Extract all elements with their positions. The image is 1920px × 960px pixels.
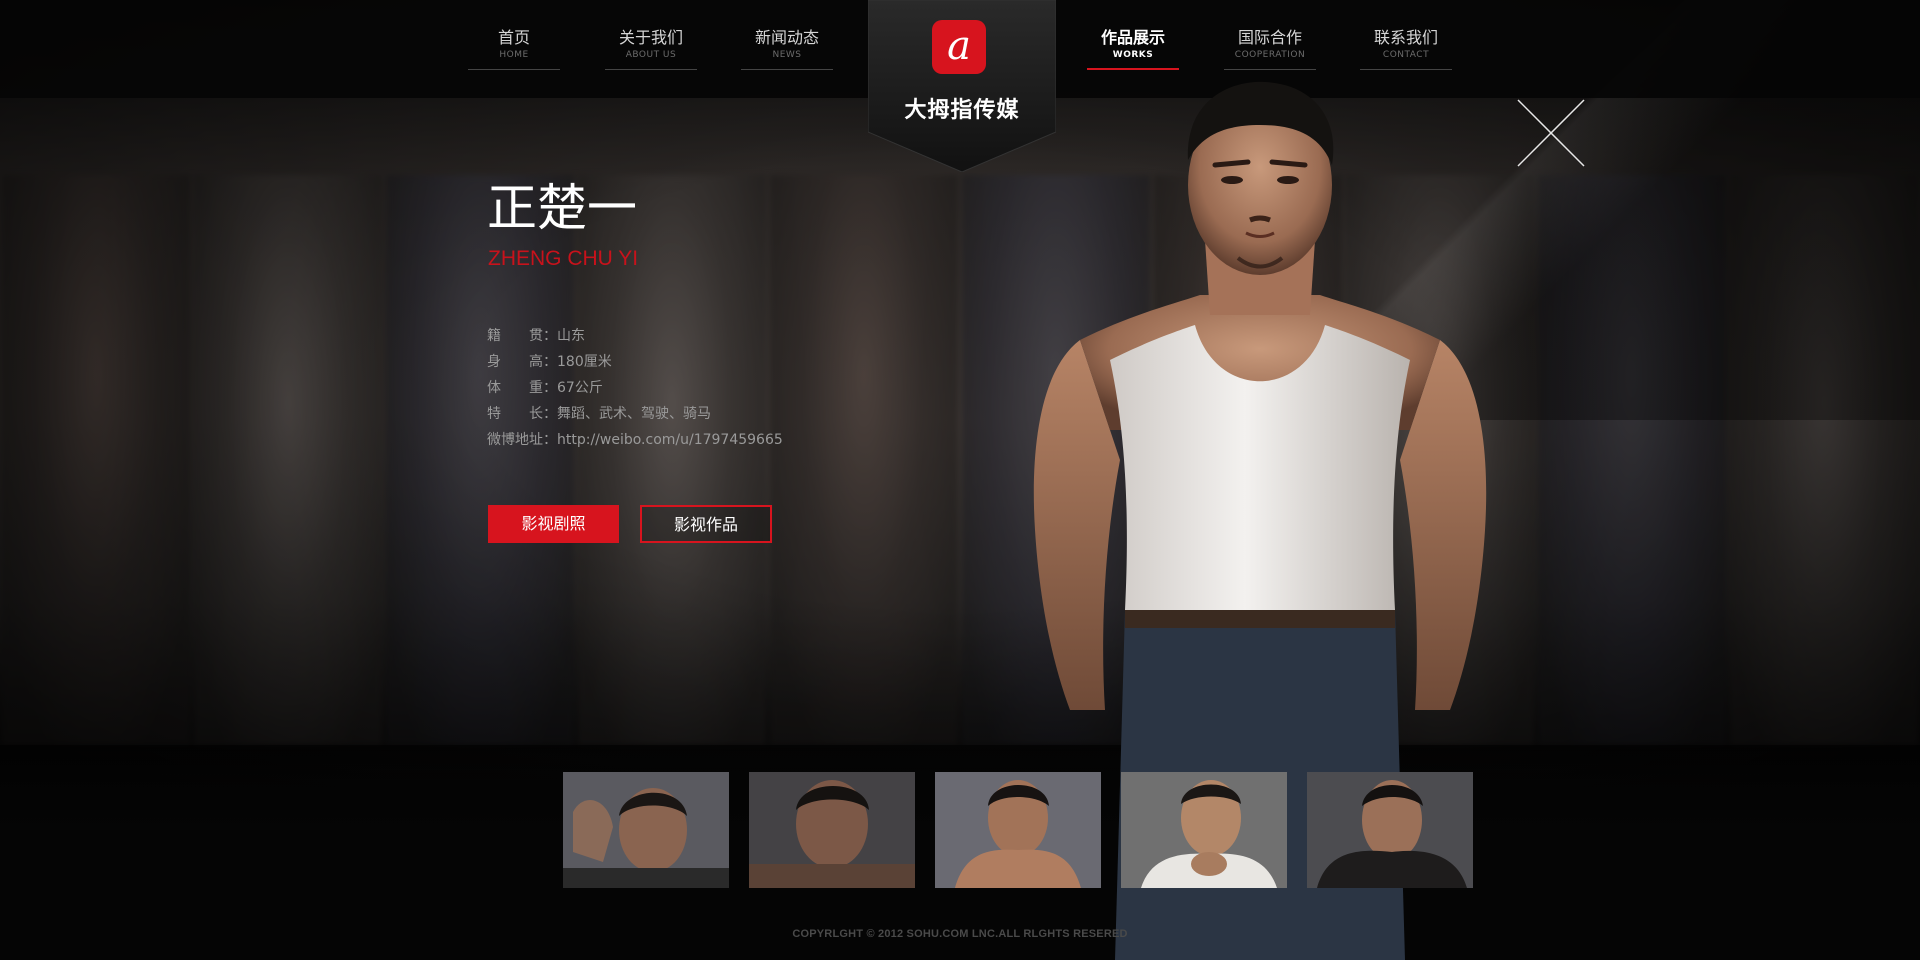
info-label: 特 长 xyxy=(487,406,543,422)
thumbnail-1[interactable] xyxy=(563,772,729,888)
footer-copyright: COPYRLGHT © 2012 SOHU.COM LNC.ALL RLGHTS… xyxy=(792,928,1128,940)
nav-item-label: 关于我们 xyxy=(618,28,683,47)
nav-item-sublabel: ABOUT US xyxy=(625,50,677,60)
nav-item-sublabel: CONTACT xyxy=(1382,50,1430,60)
logo-mark-icon[interactable]: a xyxy=(932,20,986,74)
logo-mark-glyph: a xyxy=(947,23,971,69)
info-row-weibo: 微博地址：http://weibo.com/u/1797459665 xyxy=(487,432,783,448)
nav-item-label: 作品展示 xyxy=(1100,28,1165,47)
nav-item-contact[interactable]: 联系我们 CONTACT xyxy=(1360,28,1452,70)
info-row-skills: 特 长：舞蹈、武术、驾驶、骑马 xyxy=(487,401,817,427)
info-label: 籍 贯 xyxy=(487,328,543,344)
weibo-link[interactable]: http://weibo.com/u/1797459665 xyxy=(557,432,783,448)
nav-item-sublabel: NEWS xyxy=(772,50,802,60)
nav-item-sublabel: WORKS xyxy=(1112,50,1154,60)
info-label: 微博地址 xyxy=(487,432,543,448)
info-row-weight: 体 重：67公斤 xyxy=(487,375,817,401)
nav-item-sublabel: COOPERATION xyxy=(1234,50,1306,60)
actor-name-chinese: 正楚一 xyxy=(487,179,637,237)
nav-item-label: 首页 xyxy=(497,28,530,47)
nav-item-sublabel: HOME xyxy=(499,50,529,60)
thumbnail-2[interactable] xyxy=(749,772,915,888)
close-icon[interactable] xyxy=(1517,99,1585,167)
info-value: 山东 xyxy=(557,328,585,344)
nav-item-cooperation[interactable]: 国际合作 COOPERATION xyxy=(1224,28,1316,70)
film-works-button[interactable]: 影视作品 xyxy=(640,505,772,543)
nav-item-home[interactable]: 首页 HOME xyxy=(468,28,560,70)
info-value: 180厘米 xyxy=(557,354,612,370)
info-row-hometown: 籍 贯：山东 xyxy=(487,323,817,349)
thumbnail-5[interactable] xyxy=(1307,772,1473,888)
info-row-height: 身 高：180厘米 xyxy=(487,349,817,375)
nav-item-works[interactable]: 作品展示 WORKS xyxy=(1087,28,1179,70)
info-label: 体 重 xyxy=(487,380,543,396)
nav-item-label: 国际合作 xyxy=(1237,28,1302,47)
nav-item-label: 联系我们 xyxy=(1373,28,1438,47)
info-label: 身 高 xyxy=(487,354,543,370)
nav-item-label: 新闻动态 xyxy=(754,28,819,47)
nav-item-about[interactable]: 关于我们 ABOUT US xyxy=(605,28,697,70)
nav-item-news[interactable]: 新闻动态 NEWS xyxy=(741,28,833,70)
thumbnail-4[interactable] xyxy=(1121,772,1287,888)
film-stills-button[interactable]: 影视剧照 xyxy=(488,505,619,543)
info-value: 舞蹈、武术、驾驶、骑马 xyxy=(557,406,711,422)
info-value: 67公斤 xyxy=(557,380,603,396)
actor-info-list: 籍 贯：山东 身 高：180厘米 体 重：67公斤 特 长：舞蹈、武术、驾驶、骑… xyxy=(487,323,817,453)
actor-name-english: ZHENG CHU YI xyxy=(488,247,639,270)
thumbnail-3[interactable] xyxy=(935,772,1101,888)
